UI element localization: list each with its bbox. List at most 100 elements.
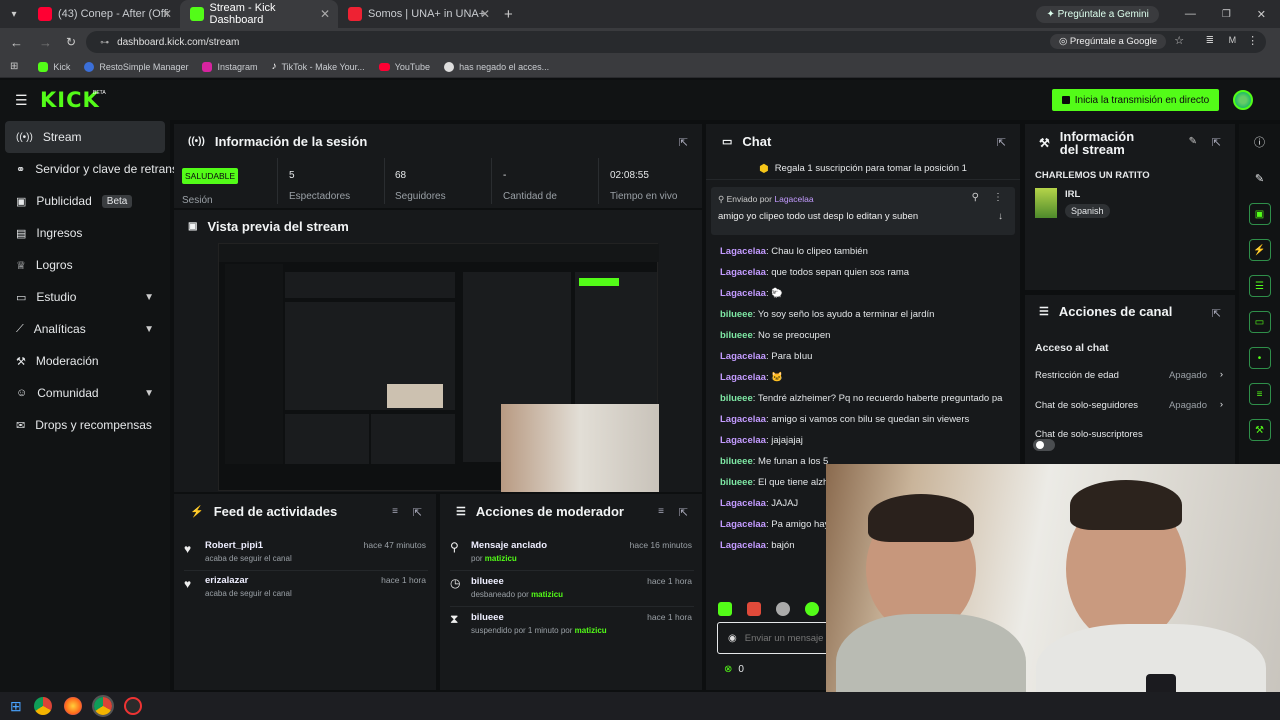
sidebar-item-ads[interactable]: ▣ Publicidad Beta (0, 185, 170, 217)
profile-avatar[interactable]: M (1229, 35, 1237, 45)
chat-username[interactable]: biIueee (720, 330, 753, 341)
close-icon[interactable]: ✕ (162, 7, 172, 21)
kick-logo[interactable]: KICK (40, 88, 100, 112)
emote-icon[interactable] (718, 602, 732, 616)
chat-username[interactable]: Lagacelaa (720, 267, 766, 278)
ask-google-button[interactable]: ◎ Pregúntale a Google (1049, 34, 1167, 49)
menu-kebab-icon[interactable]: ⋮ (1247, 34, 1258, 47)
sidebar-item-server-key[interactable]: ⚭ Servidor y clave de retransmisión (0, 153, 213, 185)
reading-list-icon[interactable]: ≣ (1206, 35, 1214, 46)
rail-tools-button[interactable]: ⚒ (1248, 419, 1271, 441)
channel-points[interactable]: ⊗ 0 (724, 664, 744, 675)
chat-username[interactable]: Lagacelaa (720, 540, 766, 551)
chat-username[interactable]: Lagacelaa (720, 435, 766, 446)
followers-only-row[interactable]: Chat de solo-seguidores Apagado › (1035, 399, 1225, 411)
category-name[interactable]: IRL (1065, 189, 1080, 200)
chat-username[interactable]: Lagacelaa (720, 498, 766, 509)
chrome-icon[interactable] (33, 697, 52, 715)
popout-icon[interactable]: ⇱ (679, 506, 688, 519)
site-info-icon[interactable]: ⊶ (100, 37, 109, 48)
gift-sub-promo[interactable]: ⬢ Regala 1 suscripción para tomar la posi… (706, 158, 1020, 180)
chat-username[interactable]: Lagacelaa (720, 519, 766, 530)
filter-icon[interactable]: ≡ (392, 506, 398, 517)
arrow-down-icon[interactable]: ↓ (998, 211, 1003, 222)
bookmark-tiktok[interactable]: ♪ TikTok - Make Your... (271, 61, 364, 72)
emoji-icon[interactable]: ◉ (728, 633, 737, 644)
rail-list-button[interactable]: ☰ (1248, 275, 1271, 297)
bookmark-kick[interactable]: Kick (38, 61, 70, 72)
emote-icon[interactable] (805, 602, 819, 616)
chat-username[interactable]: Lagacelaa (720, 351, 766, 362)
browser-tab-kick[interactable]: Stream - Kick Dashboard ✕ (180, 0, 338, 28)
rail-chat-button[interactable]: ▭ (1248, 311, 1271, 333)
apps-grid-icon[interactable]: ⊞ (10, 61, 18, 72)
close-icon[interactable]: ✕ (480, 7, 490, 21)
emote-icon[interactable] (747, 602, 761, 616)
reload-icon[interactable]: ↻ (66, 35, 76, 49)
mod-action-by[interactable]: matizicu (575, 626, 607, 635)
rail-mod-button[interactable]: ≡ (1248, 383, 1271, 405)
firefox-icon[interactable] (63, 697, 82, 715)
bookmark-google[interactable]: has negado el acces... (444, 61, 549, 72)
sidebar-item-moderation[interactable]: ⚒ Moderación (0, 345, 170, 377)
forward-icon[interactable]: → (39, 35, 52, 50)
sidebar-item-analytics[interactable]: ⟋ Analíticas ▼ (0, 313, 170, 345)
chat-username[interactable]: biIueee (720, 309, 753, 320)
edit-icon[interactable]: ✎ (1189, 136, 1197, 147)
close-window-button[interactable]: ✕ (1257, 8, 1266, 21)
mod-action-by[interactable]: matizicu (531, 590, 563, 599)
obs-icon[interactable] (123, 697, 142, 715)
more-options-icon[interactable]: ⋮ (993, 192, 1003, 203)
user-avatar[interactable] (1233, 90, 1253, 110)
emote-icon[interactable] (776, 602, 790, 616)
chat-username[interactable]: Lagacelaa (720, 246, 766, 257)
hamburger-menu-icon[interactable]: ☰ (15, 92, 28, 109)
go-live-button[interactable]: Inicia la transmisión en directo (1052, 89, 1219, 111)
chat-username[interactable]: Lagacelaa (720, 288, 766, 299)
age-restriction-row[interactable]: Restricción de edad Apagado › (1035, 369, 1225, 381)
sidebar-item-stream[interactable]: ((•)) Stream (5, 121, 165, 153)
bookmark-youtube[interactable]: YouTube (378, 62, 430, 72)
sidebar-item-drops[interactable]: ✉ Drops y recompensas (0, 409, 170, 441)
browser-tab-una[interactable]: Somos | UNA+ in UNA+ ✕ (338, 0, 498, 28)
sidebar-item-achievements[interactable]: ♕ Logros (0, 249, 170, 281)
gemini-button[interactable]: ✦ Pregúntale a Gemini (1036, 5, 1159, 23)
maximize-button[interactable]: ❐ (1222, 9, 1231, 20)
minimize-button[interactable]: — (1185, 8, 1196, 20)
chat-username[interactable]: biIueee (720, 456, 753, 467)
subscribers-only-toggle[interactable] (1033, 439, 1055, 451)
pinned-user[interactable]: Lagacelaa (774, 194, 813, 204)
edit-icon[interactable]: ✎ (1239, 172, 1280, 185)
chat-username[interactable]: Lagacelaa (720, 414, 766, 425)
bookmark-star-icon[interactable]: ☆ (1174, 34, 1184, 47)
bookmark-restosimple[interactable]: RestoSimple Manager (84, 61, 188, 72)
mod-action-by[interactable]: matizicu (485, 554, 517, 563)
chrome-active-icon[interactable] (91, 695, 114, 717)
tab-search-icon[interactable]: ▾ (0, 9, 28, 20)
unpin-icon[interactable]: ⚲ (972, 192, 979, 203)
sidebar-item-community[interactable]: ☺ Comunidad ▼ (0, 377, 170, 409)
popout-icon[interactable]: ⇱ (1212, 307, 1221, 320)
filter-icon[interactable]: ≡ (658, 506, 664, 517)
browser-tab-youtube[interactable]: (43) Conep - After (Official Vide ✕ (28, 0, 180, 28)
sidebar-item-studio[interactable]: ▭ Estudio ▼ (0, 281, 170, 313)
stream-preview-video[interactable] (218, 243, 659, 492)
popout-icon[interactable]: ⇱ (1212, 136, 1221, 149)
rail-preview-button[interactable]: ▣ (1248, 203, 1271, 225)
popout-icon[interactable]: ⇱ (679, 136, 688, 149)
new-tab-button[interactable]: + (504, 6, 513, 23)
chat-username[interactable]: Lagacelaa (720, 372, 766, 383)
chat-username[interactable]: biIueee (720, 393, 753, 404)
sidebar-item-income[interactable]: ▤ Ingresos (0, 217, 170, 249)
popout-icon[interactable]: ⇱ (997, 136, 1006, 149)
windows-start-icon[interactable]: ⊞ (10, 698, 22, 715)
pinned-message[interactable]: ⚲ Enviado por Lagacelaa amigo yo clipeo … (711, 187, 1015, 235)
chat-username[interactable]: biIueee (720, 477, 753, 488)
rail-activity-button[interactable]: ⚡ (1248, 239, 1271, 261)
info-icon[interactable]: ⓘ (1239, 134, 1280, 150)
close-icon[interactable]: ✕ (320, 7, 330, 21)
back-icon[interactable]: ← (10, 35, 23, 50)
popout-icon[interactable]: ⇱ (413, 506, 422, 519)
bookmark-instagram[interactable]: Instagram (202, 61, 257, 72)
rail-session-button[interactable]: • (1248, 347, 1271, 369)
